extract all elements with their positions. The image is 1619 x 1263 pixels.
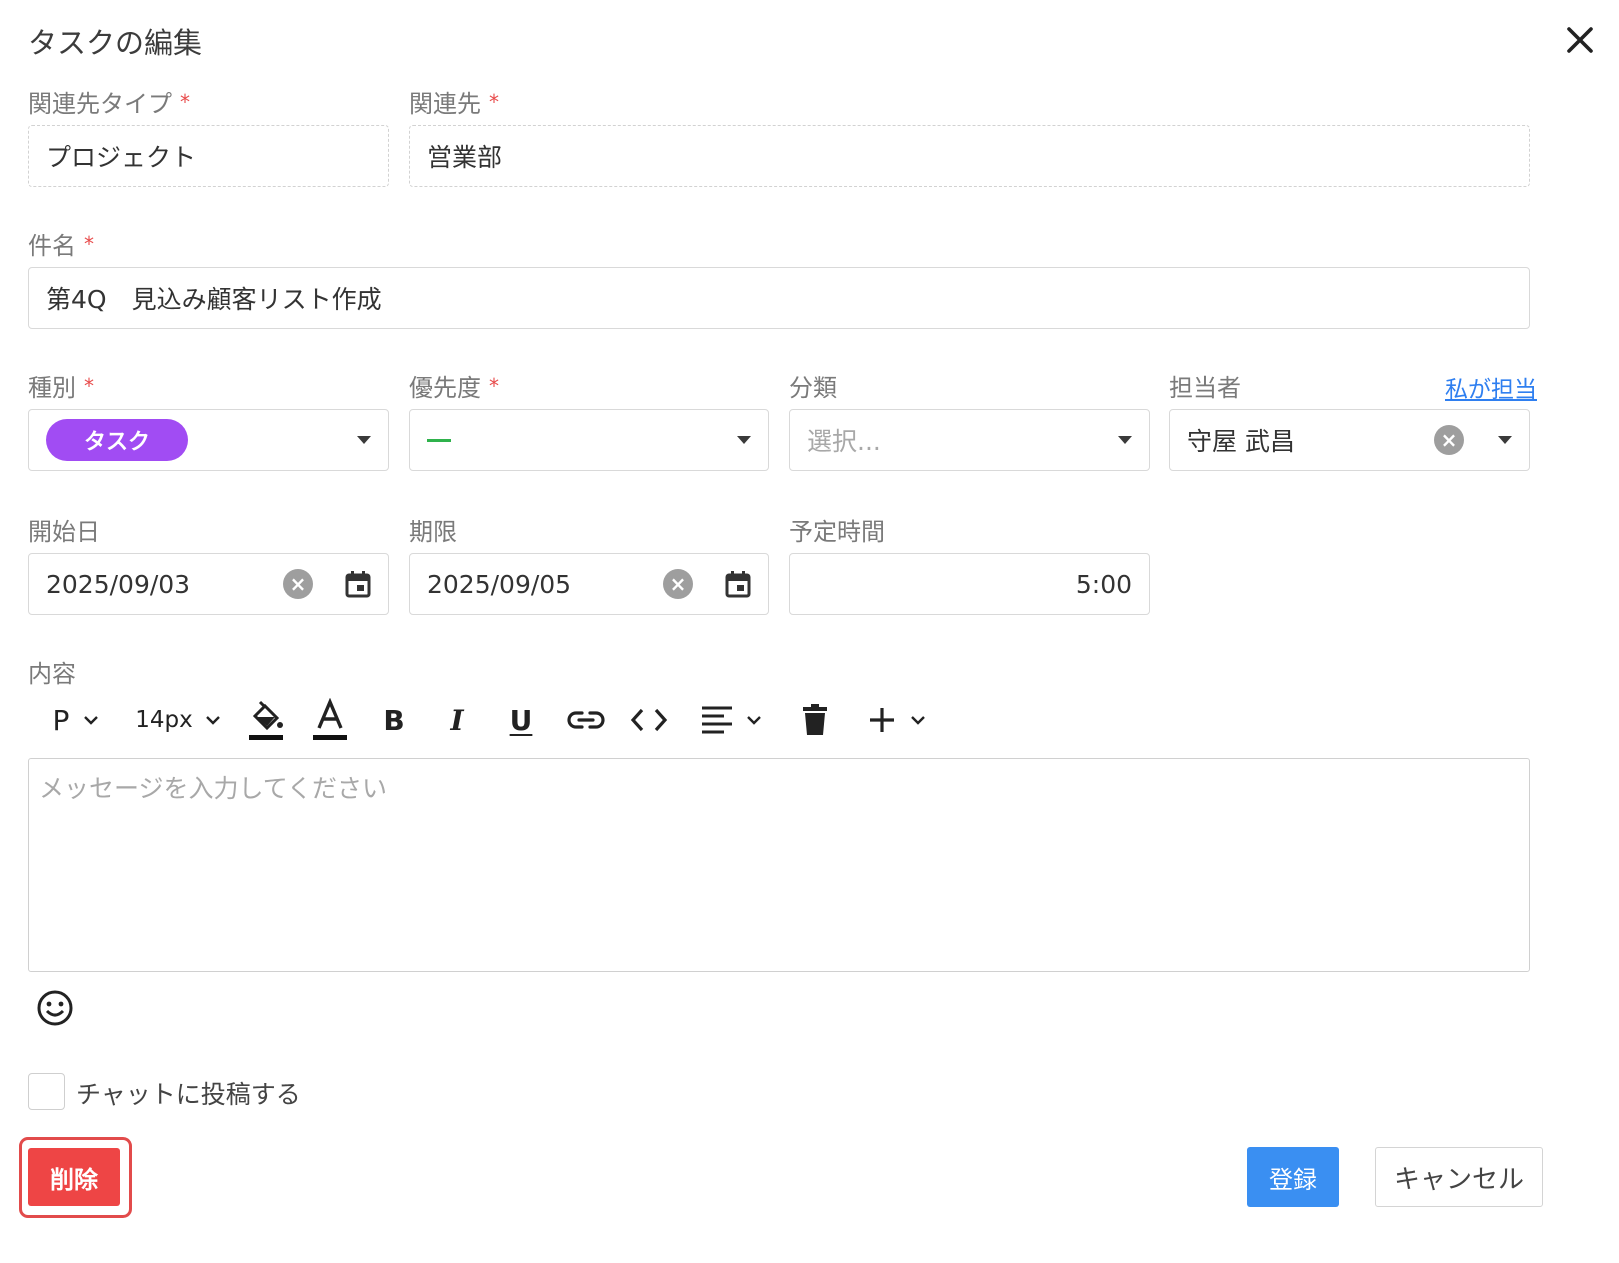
related-to-label: 関連先 * (409, 90, 499, 118)
dialog-title: タスクの編集 (28, 26, 203, 60)
planned-time-input[interactable]: 5:00 (789, 553, 1150, 615)
category-placeholder: 選択... (807, 427, 881, 456)
priority-indicator (427, 438, 451, 442)
priority-select[interactable] (409, 409, 769, 471)
content-placeholder: メッセージを入力してください (39, 774, 388, 803)
calendar-icon[interactable] (725, 570, 751, 598)
planned-time-value: 5:00 (1075, 569, 1132, 599)
align-left-icon (702, 706, 732, 734)
paragraph-format-label: P (52, 703, 70, 737)
assignee-select[interactable]: 守屋 武昌 × (1169, 409, 1530, 471)
cancel-button[interactable]: キャンセル (1375, 1147, 1543, 1207)
related-type-label: 関連先タイプ * (28, 90, 190, 118)
post-to-chat-label: チャットに投稿する (76, 1080, 301, 1109)
paragraph-format-dropdown[interactable]: P (40, 696, 112, 744)
smiley-icon (37, 990, 73, 1026)
start-date-value: 2025/09/03 (46, 569, 191, 599)
kind-label: 種別 * (28, 374, 94, 402)
font-size-label: 14px (135, 707, 193, 733)
link-button[interactable] (564, 696, 608, 744)
related-to-field: 営業部 (409, 125, 1530, 187)
trash-icon (803, 704, 827, 735)
planned-time-label: 予定時間 (789, 518, 885, 546)
related-to-value: 営業部 (427, 143, 503, 172)
align-dropdown[interactable] (693, 696, 769, 744)
save-button[interactable]: 登録 (1247, 1147, 1339, 1207)
assignee-value: 守屋 武昌 (1187, 427, 1295, 456)
italic-button[interactable]: I (437, 696, 477, 744)
fill-color-button[interactable] (245, 696, 287, 744)
clear-content-button[interactable] (797, 696, 833, 744)
code-button[interactable] (627, 696, 671, 744)
post-to-chat-checkbox[interactable] (28, 1073, 65, 1110)
subject-value: 第4Q 見込み顧客リスト作成 (46, 285, 382, 314)
content-label: 内容 (28, 660, 76, 688)
chevron-down-icon (747, 716, 761, 725)
bold-button[interactable]: B (374, 696, 414, 744)
start-date-label: 開始日 (28, 518, 100, 546)
caret-down-icon (1118, 436, 1132, 444)
close-icon (1567, 27, 1593, 53)
category-select[interactable]: 選択... (789, 409, 1150, 471)
chevron-down-icon (205, 716, 220, 725)
italic-icon: I (450, 703, 464, 737)
due-date-value: 2025/09/05 (427, 569, 572, 599)
underline-button[interactable]: U (500, 696, 542, 744)
calendar-icon[interactable] (345, 570, 371, 598)
related-type-field: プロジェクト (28, 125, 389, 187)
kind-pill: タスク (46, 419, 188, 461)
chevron-down-icon (84, 716, 99, 725)
clear-icon[interactable]: × (1434, 425, 1464, 455)
font-size-dropdown[interactable]: 14px (130, 696, 226, 744)
due-date-label: 期限 (409, 518, 457, 546)
kind-select[interactable]: タスク (28, 409, 389, 471)
priority-label: 優先度 * (409, 374, 499, 402)
clear-icon[interactable]: × (283, 569, 313, 599)
paint-bucket-icon (249, 700, 283, 740)
assign-me-link[interactable]: 私が担当 (1445, 370, 1537, 404)
start-date-input[interactable]: 2025/09/03 × (28, 553, 389, 615)
link-icon (567, 711, 605, 729)
related-type-value: プロジェクト (46, 143, 197, 172)
category-label: 分類 (789, 374, 837, 402)
close-button[interactable] (1560, 20, 1600, 60)
bold-icon: B (383, 703, 405, 737)
assignee-label: 担当者 (1169, 374, 1241, 402)
plus-icon (870, 708, 894, 732)
caret-down-icon (357, 436, 371, 444)
due-date-input[interactable]: 2025/09/05 × (409, 553, 769, 615)
subject-input[interactable]: 第4Q 見込み顧客リスト作成 (28, 267, 1530, 329)
content-editor[interactable]: メッセージを入力してください (28, 758, 1530, 972)
subject-label: 件名 * (28, 232, 94, 260)
text-color-button[interactable] (309, 696, 351, 744)
clear-icon[interactable]: × (663, 569, 693, 599)
code-icon (630, 708, 668, 732)
caret-down-icon (1498, 436, 1512, 444)
chevron-down-icon (911, 716, 925, 725)
delete-button[interactable]: 削除 (28, 1148, 120, 1206)
caret-down-icon (737, 436, 751, 444)
emoji-button[interactable] (36, 989, 74, 1027)
insert-dropdown[interactable] (858, 696, 936, 744)
font-color-icon (313, 698, 347, 740)
underline-icon: U (509, 703, 533, 737)
